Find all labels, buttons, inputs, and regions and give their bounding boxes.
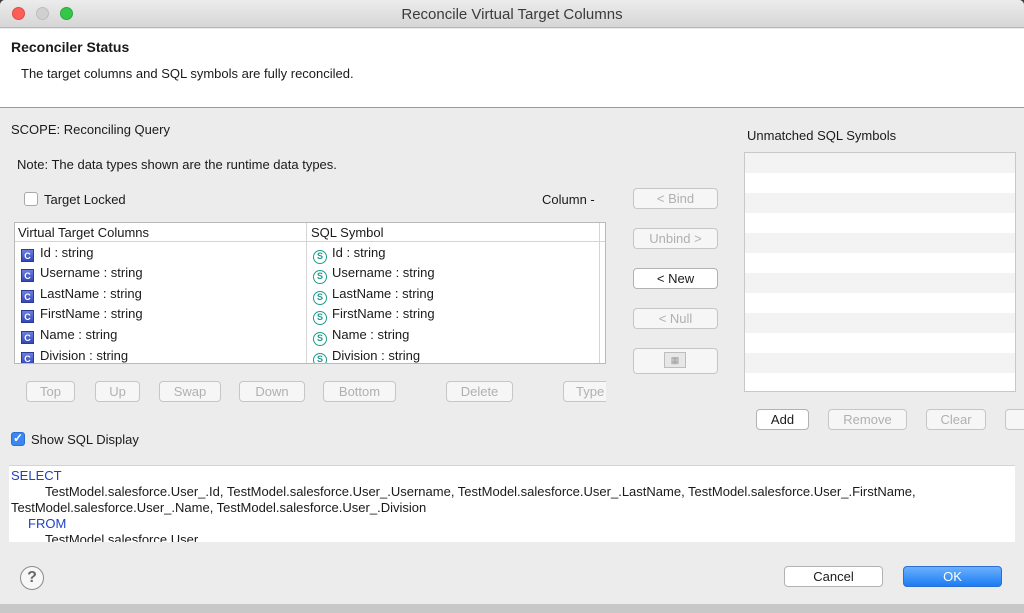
target-column-cell: Id : string xyxy=(40,245,94,260)
background-window-edge xyxy=(0,604,1024,613)
header-virtual-target-columns[interactable]: Virtual Target Columns xyxy=(18,225,149,240)
column-icon: C xyxy=(21,290,34,303)
list-stripe xyxy=(745,313,1015,333)
title-bar: Reconcile Virtual Target Columns xyxy=(0,0,1024,28)
symbol-icon: S xyxy=(313,311,327,325)
sql-symbol-cell: Username : string xyxy=(332,265,435,280)
show-sql-label: Show SQL Display xyxy=(31,432,139,447)
sql-symbol-cell: Division : string xyxy=(332,348,421,363)
column-label: Column - xyxy=(542,192,595,207)
remove-symbol-button[interactable]: Remove xyxy=(828,409,907,430)
target-column-cell: Division : string xyxy=(40,348,129,363)
status-message: The target columns and SQL symbols are f… xyxy=(21,66,354,81)
new-button[interactable]: < New xyxy=(633,268,718,289)
column-icon: C xyxy=(21,352,34,363)
sql-display[interactable]: SELECT TestModel.salesforce.User_.Id, Te… xyxy=(9,465,1015,542)
column-icon: C xyxy=(21,249,34,262)
table-row[interactable]: C FirstName : string S FirstName : string xyxy=(15,304,605,325)
sql-from-keyword: FROM xyxy=(28,516,67,531)
sql-symbol-cell: FirstName : string xyxy=(332,306,435,321)
sql-from-line: TestModel.salesforce.User xyxy=(45,532,199,542)
null-button[interactable]: < Null xyxy=(633,308,718,329)
symbol-icon: S xyxy=(313,332,327,346)
bottom-button[interactable]: Bottom xyxy=(323,381,396,402)
down-button[interactable]: Down xyxy=(239,381,305,402)
target-locked-label: Target Locked xyxy=(44,192,126,207)
unmatched-symbols-title: Unmatched SQL Symbols xyxy=(747,128,897,143)
status-banner: Reconciler Status The target columns and… xyxy=(0,29,1024,108)
bind-button[interactable]: < Bind xyxy=(633,188,718,209)
up-button[interactable]: Up xyxy=(95,381,140,402)
symbol-icon: S xyxy=(313,250,327,264)
reconcile-table[interactable]: Virtual Target Columns SQL Symbol C Id : … xyxy=(14,222,606,364)
target-column-cell: Name : string xyxy=(40,327,118,342)
sql-select-line: TestModel.salesforce.User_.Name, TestMod… xyxy=(11,500,427,515)
show-sql-checkbox[interactable] xyxy=(11,431,25,446)
top-button[interactable]: Top xyxy=(26,381,75,402)
table-header: Virtual Target Columns SQL Symbol xyxy=(15,223,605,242)
target-column-cell: LastName : string xyxy=(40,286,142,301)
sql-select-keyword: SELECT xyxy=(11,468,62,483)
table-row[interactable]: C Name : string S Name : string xyxy=(15,325,605,346)
symbol-icon: S xyxy=(313,353,327,363)
unbind-button[interactable]: Unbind > xyxy=(633,228,718,249)
cancel-button[interactable]: Cancel xyxy=(784,566,883,587)
header-sql-symbol[interactable]: SQL Symbol xyxy=(311,225,384,240)
list-stripe xyxy=(745,353,1015,373)
sql-symbol-cell: LastName : string xyxy=(332,286,434,301)
help-button[interactable]: ? xyxy=(20,566,44,590)
column-icon: C xyxy=(21,269,34,282)
list-stripe xyxy=(745,193,1015,213)
symbol-icon: S xyxy=(313,270,327,284)
clear-symbols-button[interactable]: Clear xyxy=(926,409,986,430)
datatype-icon: ▦ xyxy=(664,352,686,368)
datatype-button[interactable]: ▦ xyxy=(633,348,718,374)
list-stripe xyxy=(745,273,1015,293)
delete-button[interactable]: Delete xyxy=(446,381,513,402)
unmatched-symbols-list[interactable] xyxy=(744,152,1016,392)
sql-symbol-cell: Id : string xyxy=(332,245,386,260)
list-stripe xyxy=(745,233,1015,253)
table-row[interactable]: C LastName : string S LastName : string xyxy=(15,284,605,305)
type-button[interactable]: Type xyxy=(563,381,606,402)
status-heading: Reconciler Status xyxy=(11,39,130,55)
table-row[interactable]: C Username : string S Username : string xyxy=(15,263,605,284)
sql-select-line: TestModel.salesforce.User_.Id, TestModel… xyxy=(45,484,916,499)
scope-label: SCOPE: Reconciling Query xyxy=(11,122,170,137)
column-icon: C xyxy=(21,310,34,323)
target-column-cell: Username : string xyxy=(40,265,143,280)
reconcile-dialog: Reconcile Virtual Target Columns Reconci… xyxy=(0,0,1024,613)
table-row[interactable]: C Id : string S Id : string xyxy=(15,243,605,264)
list-stripe xyxy=(745,153,1015,173)
add-symbol-button[interactable]: Add xyxy=(756,409,809,430)
target-locked-checkbox[interactable] xyxy=(24,192,38,206)
sql-symbol-cell: Name : string xyxy=(332,327,410,342)
column-icon: C xyxy=(21,331,34,344)
data-type-note: Note: The data types shown are the runti… xyxy=(17,157,337,172)
table-row[interactable]: C Division : string S Division : string xyxy=(15,346,605,363)
ok-button[interactable]: OK xyxy=(903,566,1002,587)
more-button[interactable] xyxy=(1005,409,1024,430)
target-column-cell: FirstName : string xyxy=(40,306,143,321)
window-title: Reconcile Virtual Target Columns xyxy=(401,6,623,23)
swap-button[interactable]: Swap xyxy=(159,381,221,402)
symbol-icon: S xyxy=(313,291,327,305)
